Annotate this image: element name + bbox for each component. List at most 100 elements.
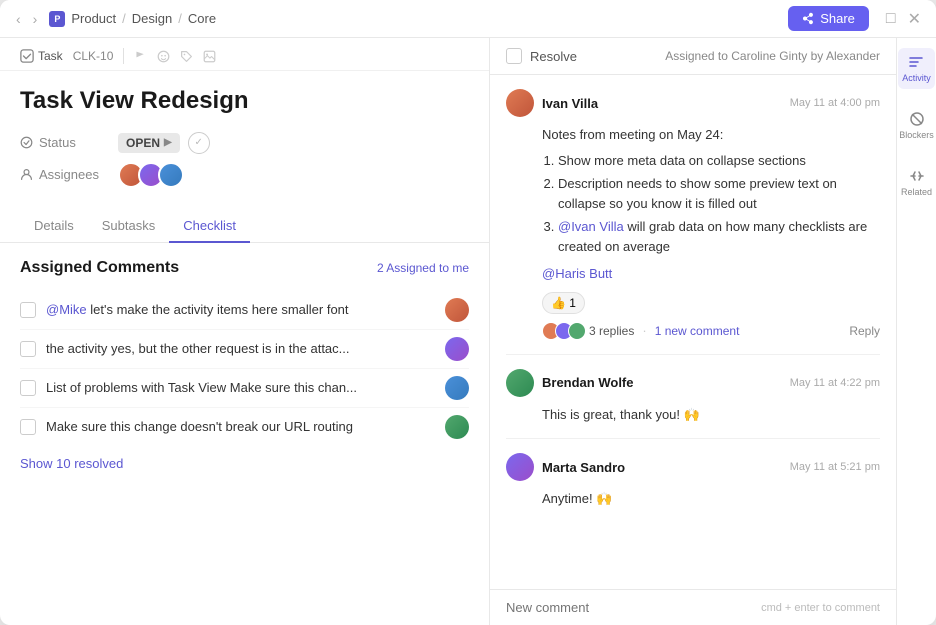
checklist-item: Make sure this change doesn't break our … — [20, 408, 469, 446]
checklist-text-3: List of problems with Task View Make sur… — [46, 380, 435, 395]
checklist-item: @Mike let's make the activity items here… — [20, 291, 469, 330]
comment-body-marta: Anytime! 🙌 — [506, 489, 880, 509]
checklist-checkbox-4[interactable] — [20, 419, 36, 435]
checklist-title: Assigned Comments — [20, 259, 179, 277]
ci-avatar-1 — [445, 298, 469, 322]
sidebar-activity[interactable]: Activity — [898, 48, 935, 89]
titlebar: ‹ › P Product / Design / Core Share □ ✕ — [0, 0, 936, 38]
small-avatar-3 — [568, 322, 586, 340]
assignees[interactable] — [118, 162, 178, 188]
status-badge[interactable]: OPEN ▶ — [118, 133, 180, 153]
comment-avatar-marta — [506, 453, 534, 481]
resolve-label[interactable]: Resolve — [530, 49, 577, 64]
toolbar-divider — [123, 48, 124, 64]
checklist-checkbox-2[interactable] — [20, 341, 36, 357]
comment-block: Marta Sandro May 11 at 5:21 pm Anytime! … — [506, 439, 880, 523]
comment-time-brendan: May 11 at 4:22 pm — [790, 377, 880, 389]
new-comment-input[interactable] — [506, 600, 753, 615]
status-field: Status OPEN ▶ ✓ — [20, 132, 469, 154]
share-label: Share — [820, 11, 855, 26]
comment-list: Show more meta data on collapse sections… — [542, 151, 880, 257]
back-button[interactable]: ‹ — [12, 9, 25, 29]
assignees-label: Assignees — [20, 167, 110, 182]
tag-icon — [180, 50, 193, 63]
nav-buttons: ‹ › — [12, 9, 41, 29]
comment-header: Brendan Wolfe May 11 at 4:22 pm — [506, 369, 880, 397]
assigned-badge[interactable]: 2 Assigned to me — [377, 261, 469, 275]
product-icon: P — [49, 11, 65, 27]
task-icon — [20, 49, 34, 63]
list-item: @Ivan Villa will grab data on how many c… — [558, 217, 880, 256]
sidebar-related[interactable]: Related — [897, 162, 936, 203]
emoji-icon — [157, 50, 170, 63]
comment-avatar-ivan — [506, 89, 534, 117]
status-check[interactable]: ✓ — [188, 132, 210, 154]
tab-subtasks[interactable]: Subtasks — [88, 210, 169, 243]
checklist-checkbox-3[interactable] — [20, 380, 36, 396]
task-title[interactable]: Task View Redesign — [20, 87, 469, 116]
status-arrow: ▶ — [164, 137, 172, 148]
comment-header: Marta Sandro May 11 at 5:21 pm — [506, 453, 880, 481]
status-icon — [20, 136, 33, 149]
reply-button[interactable]: Reply — [849, 324, 880, 338]
tab-details[interactable]: Details — [20, 210, 88, 243]
task-title-area: Task View Redesign — [0, 71, 489, 124]
comment-body-ivan: Notes from meeting on May 24: Show more … — [506, 125, 880, 284]
breadcrumb-sep-1: / — [122, 11, 126, 26]
left-panel: Task CLK-10 — [0, 38, 490, 625]
flag-button[interactable] — [134, 50, 147, 63]
right-panel: Resolve Assigned to Caroline Ginty by Al… — [490, 38, 936, 625]
ci-avatar-3 — [445, 376, 469, 400]
comment-author-ivan: Ivan Villa — [542, 96, 598, 111]
resolve-assigned: Assigned to Caroline Ginty by Alexander — [585, 49, 880, 63]
task-type-badge: Task — [20, 49, 63, 63]
comment-time-ivan: May 11 at 4:00 pm — [790, 97, 880, 109]
new-comment-link[interactable]: 1 new comment — [655, 324, 740, 338]
emoji-button[interactable] — [157, 50, 170, 63]
forward-button[interactable]: › — [29, 9, 42, 29]
breadcrumb-core[interactable]: Core — [188, 11, 216, 26]
activity-icon — [908, 54, 924, 70]
resize-button[interactable]: □ — [883, 7, 899, 31]
list-item: Show more meta data on collapse sections — [558, 151, 880, 171]
task-id: CLK-10 — [73, 49, 114, 63]
comment-block: Brendan Wolfe May 11 at 4:22 pm This is … — [506, 355, 880, 440]
right-sidebar: Activity Blockers Related — [896, 38, 936, 625]
image-button[interactable] — [203, 50, 216, 63]
tag-button[interactable] — [180, 50, 193, 63]
image-icon — [203, 50, 216, 63]
checklist-text-2: the activity yes, but the other request … — [46, 341, 435, 356]
app-window: ‹ › P Product / Design / Core Share □ ✕ — [0, 0, 936, 625]
breadcrumb-design[interactable]: Design — [132, 11, 172, 26]
comment-author-marta: Marta Sandro — [542, 460, 625, 475]
checklist-header: Assigned Comments 2 Assigned to me — [20, 259, 469, 277]
close-button[interactable]: ✕ — [905, 7, 924, 31]
comment-footer: 3 replies · 1 new comment Reply — [506, 322, 880, 340]
related-icon — [909, 168, 925, 184]
tab-checklist[interactable]: Checklist — [169, 210, 250, 243]
share-button[interactable]: Share — [788, 6, 869, 31]
resolve-checkbox[interactable] — [506, 48, 522, 64]
list-item: Description needs to show some preview t… — [558, 174, 880, 213]
comment-block: Ivan Villa May 11 at 4:00 pm Notes from … — [506, 75, 880, 355]
replies-link[interactable]: 3 replies — [589, 324, 634, 338]
comment-author-brendan: Brendan Wolfe — [542, 375, 634, 390]
sidebar-blockers[interactable]: Blockers — [895, 105, 936, 146]
checklist-checkbox-1[interactable] — [20, 302, 36, 318]
show-resolved-link[interactable]: Show 10 resolved — [20, 456, 123, 471]
checklist-section: Assigned Comments 2 Assigned to me @Mike… — [0, 243, 489, 487]
blockers-icon — [909, 111, 925, 127]
breadcrumb-product[interactable]: Product — [71, 11, 116, 26]
reaction-button[interactable]: 👍 1 — [542, 292, 585, 314]
comment-avatar-brendan — [506, 369, 534, 397]
comment-reaction: 👍 1 — [506, 292, 880, 314]
comment-time-marta: May 11 at 5:21 pm — [790, 461, 880, 473]
new-comment-bar: cmd + enter to comment — [490, 589, 896, 625]
share-icon — [802, 12, 815, 25]
breadcrumb: P Product / Design / Core — [49, 11, 216, 27]
avatar-3 — [158, 162, 184, 188]
task-toolbar: Task CLK-10 — [0, 38, 489, 71]
mention-haris: @Haris Butt — [542, 266, 612, 281]
checklist-text-1: @Mike let's make the activity items here… — [46, 302, 435, 317]
comments-list: Ivan Villa May 11 at 4:00 pm Notes from … — [490, 75, 896, 589]
